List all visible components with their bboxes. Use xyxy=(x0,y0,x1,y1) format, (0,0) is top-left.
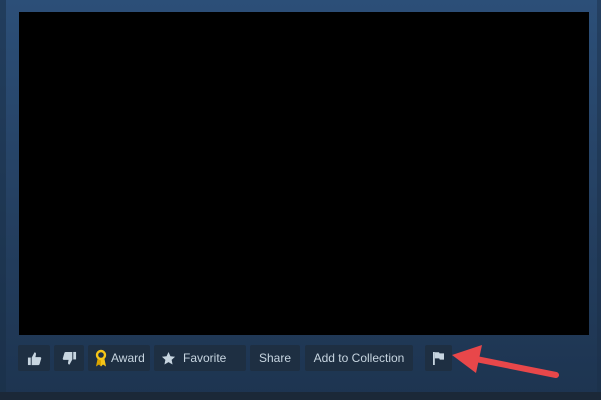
vote-down-button[interactable] xyxy=(54,345,84,371)
bottom-strip xyxy=(0,392,601,400)
annotation-arrow xyxy=(452,345,559,378)
award-button[interactable]: Award xyxy=(88,345,150,371)
award-label: Award xyxy=(111,351,145,365)
share-button[interactable]: Share xyxy=(250,345,300,371)
thumbs-up-icon xyxy=(27,351,42,366)
add-to-collection-button[interactable]: Add to Collection xyxy=(305,345,413,371)
add-to-collection-label: Add to Collection xyxy=(313,351,405,365)
flag-icon xyxy=(432,351,445,365)
workshop-item-panel: Award Favorite Share Add to Collection xyxy=(0,0,601,400)
share-label: Share xyxy=(258,351,292,365)
thumbs-down-icon xyxy=(62,351,77,366)
favorite-label: Favorite xyxy=(183,351,227,365)
vote-up-button[interactable] xyxy=(18,345,50,371)
media-player[interactable] xyxy=(19,12,589,335)
favorite-button[interactable]: Favorite xyxy=(154,345,246,371)
panel-edge-right xyxy=(597,0,601,392)
panel-edge-left xyxy=(0,0,6,392)
star-icon xyxy=(161,351,176,366)
award-ribbon-icon xyxy=(94,349,108,367)
